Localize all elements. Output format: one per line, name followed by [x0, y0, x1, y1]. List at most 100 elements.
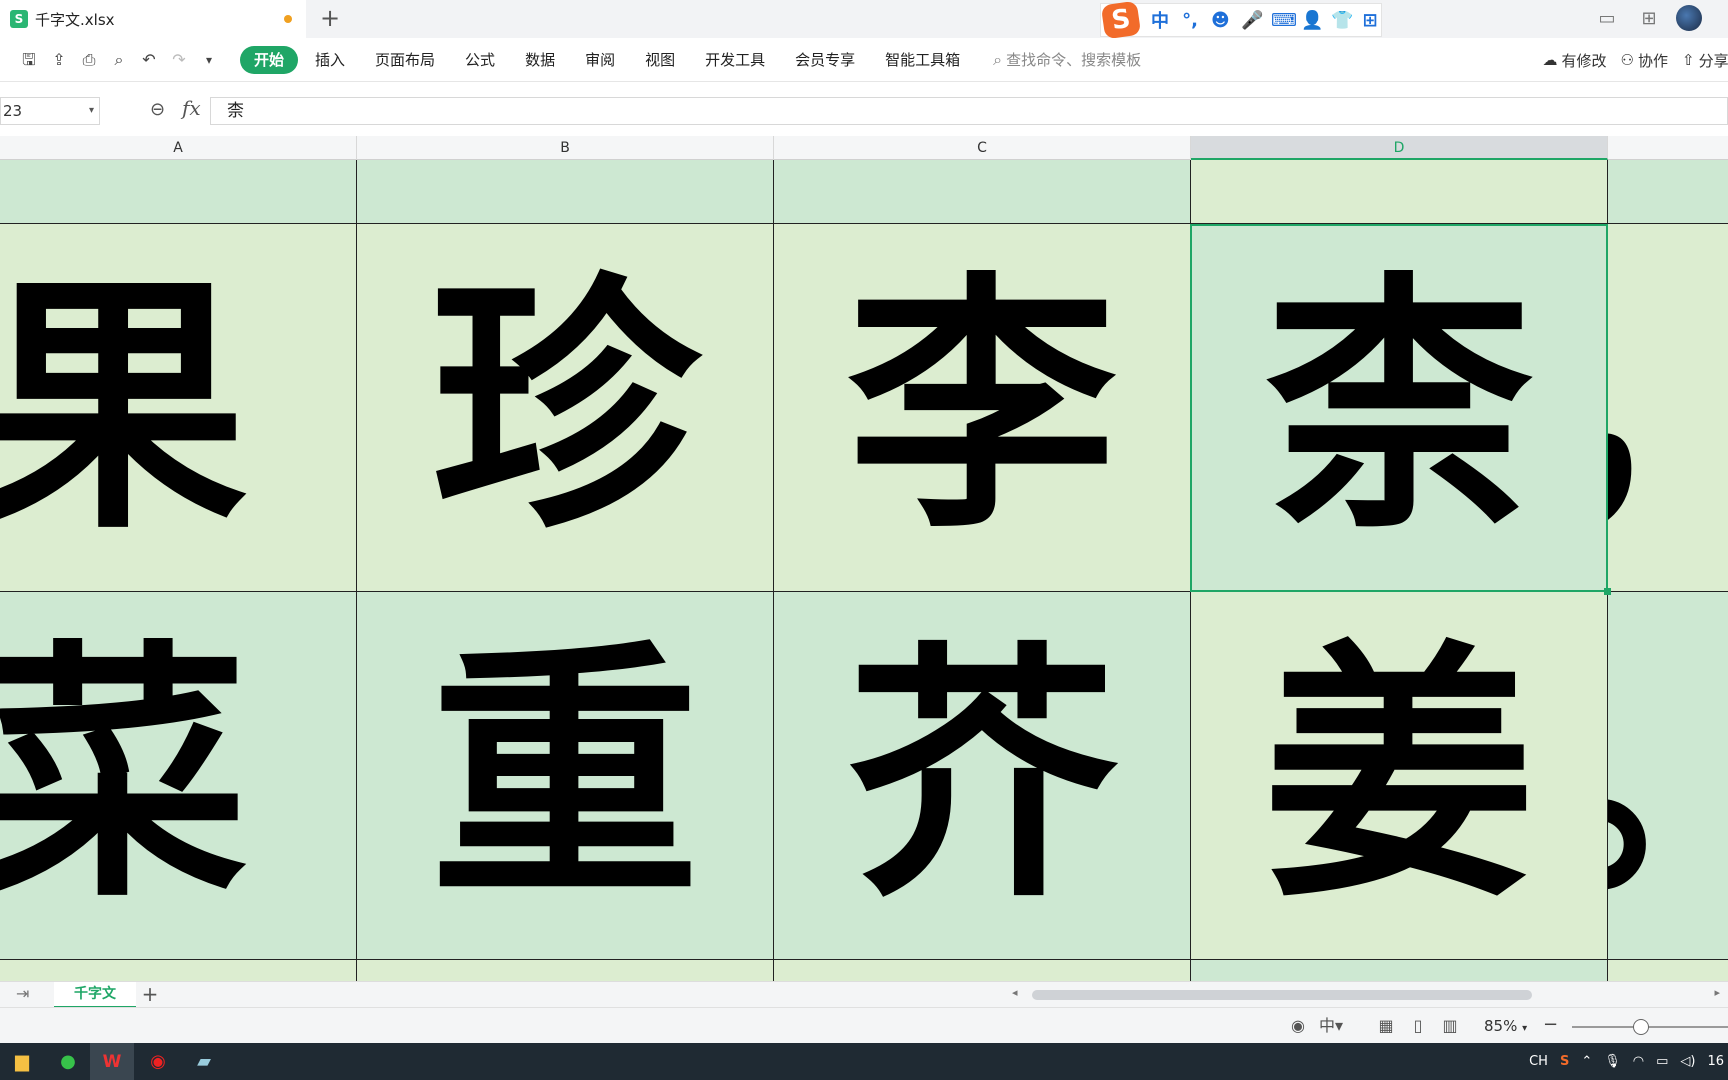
tab-smart-tools[interactable]: 智能工具箱 [870, 46, 975, 74]
wechat-icon[interactable]: ● [46, 1043, 90, 1080]
column-header-d[interactable]: D [1191, 136, 1608, 160]
ime-chinese-mode[interactable]: 中 [1151, 7, 1169, 33]
sogou-ime-icon[interactable]: S [1100, 0, 1142, 40]
volume-icon[interactable]: ◁) [1680, 1054, 1695, 1069]
ime-toolbox-icon[interactable]: ⊞ [1361, 10, 1379, 31]
tab-data[interactable]: 数据 [510, 46, 570, 74]
microphone-icon[interactable]: 🎙 [1604, 1054, 1621, 1069]
cloud-icon: ☁ [1542, 51, 1558, 69]
zoom-out-button[interactable]: − [1543, 1014, 1558, 1036]
battery-icon[interactable]: ▭ [1656, 1054, 1668, 1069]
cell-d1[interactable] [1191, 160, 1608, 224]
fill-handle[interactable] [1604, 588, 1611, 595]
cell-d4[interactable] [1191, 960, 1608, 981]
cell-b3[interactable]: 重 [357, 592, 774, 960]
chevron-up-icon[interactable]: ⌃ [1581, 1054, 1592, 1069]
cell-d3[interactable]: 姜 [1191, 592, 1608, 960]
cell-b1[interactable] [357, 160, 774, 224]
zoom-slider[interactable] [1572, 1026, 1728, 1028]
ime-voice-icon[interactable]: 🎤 [1241, 10, 1263, 31]
formula-input[interactable]: 柰 [210, 97, 1728, 125]
wps-icon[interactable]: W [90, 1043, 134, 1080]
tab-view[interactable]: 视图 [630, 46, 690, 74]
wifi-icon[interactable]: ◠ [1633, 1054, 1644, 1069]
ime-emoji-icon[interactable]: ☻ [1211, 10, 1230, 31]
cell-c4[interactable] [774, 960, 1191, 981]
new-tab-button[interactable]: + [316, 5, 344, 33]
formula-bar: 23 ▾ ⊖ fx 柰 [0, 82, 1728, 136]
add-sheet-button[interactable]: + [140, 982, 160, 1008]
zoom-slider-handle[interactable] [1633, 1019, 1649, 1035]
cell-b4[interactable] [357, 960, 774, 981]
save-icon[interactable]: 🖫 [18, 49, 40, 71]
column-header-c[interactable]: C [774, 136, 1191, 160]
cell-e2[interactable]: ， [1608, 224, 1728, 592]
tab-member[interactable]: 会员专享 [780, 46, 870, 74]
column-header-e[interactable] [1608, 136, 1728, 160]
ime-punctuation-icon[interactable]: °, [1181, 10, 1199, 31]
column-header-a[interactable]: A [0, 136, 357, 160]
cell-a1[interactable] [0, 160, 357, 224]
page-layout-view-icon[interactable]: ▯ [1406, 1014, 1430, 1038]
cell-a3[interactable]: 菜 [0, 592, 357, 960]
cell-e4[interactable] [1608, 960, 1728, 981]
sogou-tray-icon[interactable]: S [1560, 1054, 1569, 1069]
export-icon[interactable]: ⇪ [48, 49, 70, 71]
cell-c1[interactable] [774, 160, 1191, 224]
tab-formulas[interactable]: 公式 [450, 46, 510, 74]
cell-e1[interactable] [1608, 160, 1728, 224]
tab-page-layout[interactable]: 页面布局 [360, 46, 450, 74]
share-button[interactable]: ⇧ 分享 [1682, 50, 1728, 71]
page-break-view-icon[interactable]: ▥ [1438, 1014, 1462, 1038]
window-layout-icon[interactable]: ▭ [1594, 6, 1620, 32]
cell-c3[interactable]: 芥 [774, 592, 1191, 960]
print-icon[interactable]: ⎙ [78, 49, 100, 71]
clock[interactable]: 16 [1707, 1054, 1724, 1069]
zoom-level-dropdown[interactable]: 85% ▾ [1484, 1014, 1527, 1041]
collaborate-button[interactable]: ⚇ 协作 [1621, 50, 1668, 71]
name-box[interactable]: 23 ▾ [0, 97, 100, 125]
chevron-down-icon[interactable]: ▾ [89, 98, 94, 124]
recorder-icon[interactable]: ◉ [136, 1043, 180, 1080]
insert-function-icon[interactable]: fx [182, 96, 201, 120]
cell-c2[interactable]: 李 [774, 224, 1191, 592]
scroll-left-icon[interactable]: ◂ [1012, 986, 1018, 999]
system-tray: CH S ⌃ 🎙 ◠ ▭ ◁) 16 [1529, 1043, 1728, 1080]
document-tab[interactable]: S 千字文.xlsx [0, 0, 306, 38]
horizontal-scrollbar[interactable]: ◂ ▸ [1012, 986, 1728, 1001]
modified-status-button[interactable]: ☁ 有修改 [1543, 50, 1607, 71]
cell-b2[interactable]: 珍 [357, 224, 774, 592]
tab-developer[interactable]: 开发工具 [690, 46, 780, 74]
ime-user-icon[interactable]: 👤 [1301, 10, 1323, 31]
apps-grid-icon[interactable]: ⊞ [1636, 6, 1662, 32]
scroll-right-icon[interactable]: ▸ [1714, 986, 1720, 999]
cell-text: 柰 [1264, 249, 1534, 565]
preview-icon[interactable]: ⌕ [108, 49, 130, 71]
cell-e3[interactable]: 。 [1608, 592, 1728, 960]
input-mode-icon[interactable]: 中▾ [1316, 1014, 1346, 1038]
undo-icon[interactable]: ↶ [138, 49, 160, 71]
notes-icon[interactable]: ▰ [182, 1043, 226, 1080]
zoom-search-icon[interactable]: ⊖ [150, 99, 165, 120]
column-header-b[interactable]: B [357, 136, 774, 160]
more-icon[interactable]: ▾ [198, 49, 220, 71]
tray-language[interactable]: CH [1529, 1054, 1548, 1069]
tab-home[interactable]: 开始 [240, 45, 299, 74]
file-explorer-icon[interactable]: ▆ [0, 1043, 44, 1080]
command-search[interactable]: ⌕ 查找命令、搜索模板 [993, 49, 1141, 70]
cell-d2[interactable]: 柰 [1191, 224, 1608, 592]
tab-review[interactable]: 审阅 [570, 46, 630, 74]
normal-view-icon[interactable]: ▦ [1374, 1014, 1398, 1038]
sheet-tab-active[interactable]: 千字文 [54, 982, 136, 1008]
ime-keyboard-icon[interactable]: ⌨ [1271, 10, 1297, 31]
tab-insert[interactable]: 插入 [300, 46, 360, 74]
ime-skin-icon[interactable]: 👕 [1331, 10, 1353, 31]
ime-toolbar: S 中 °, ☻ 🎤 ⌨ 👤 👕 ⊞ [1100, 0, 1382, 40]
cell-a4[interactable] [0, 960, 357, 981]
redo-icon[interactable]: ↷ [168, 49, 190, 71]
last-sheet-icon[interactable]: ⇥ [16, 984, 29, 1003]
eye-protect-icon[interactable]: ◉ [1286, 1014, 1310, 1038]
scrollbar-thumb[interactable] [1032, 990, 1532, 1000]
cell-a2[interactable]: 果 [0, 224, 357, 592]
avatar[interactable] [1676, 5, 1702, 31]
